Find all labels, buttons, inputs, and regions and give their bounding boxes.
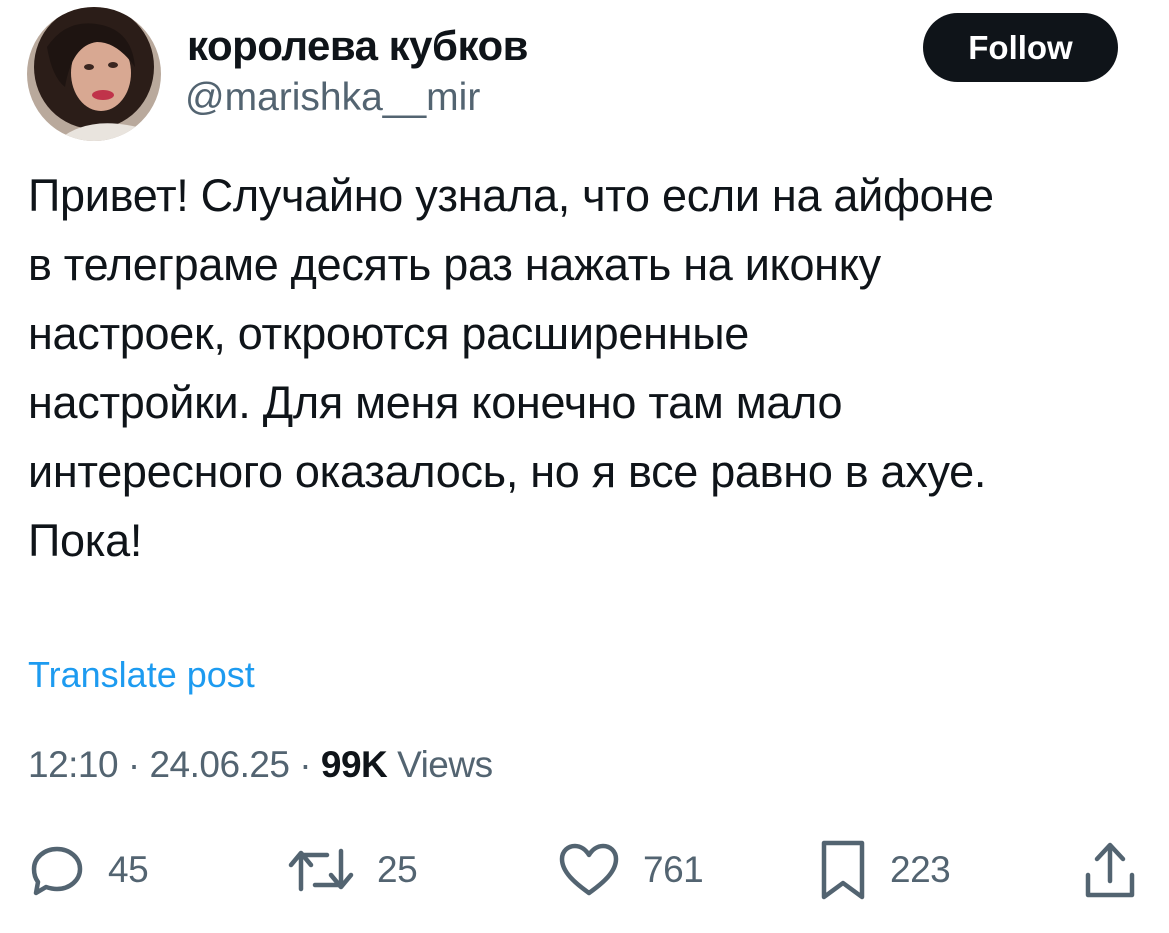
like-button[interactable]: 761 xyxy=(557,830,704,910)
avatar-photo xyxy=(27,7,161,141)
bookmark-count: 223 xyxy=(890,849,951,890)
views-label: Views xyxy=(387,744,493,785)
share-button[interactable] xyxy=(1083,830,1137,910)
author-handle[interactable]: @marishka__mir xyxy=(185,76,480,121)
bookmark-button[interactable]: 223 xyxy=(818,830,951,910)
post-date[interactable]: 24.06.25 xyxy=(149,744,290,785)
author-display-name[interactable]: королева кубков xyxy=(187,22,528,70)
post-text: Привет! Случайно узнала, что если на айф… xyxy=(28,161,1153,575)
repost-count: 25 xyxy=(377,849,418,890)
post-text-line: Привет! Случайно узнала, что если на айф… xyxy=(28,170,994,221)
reply-icon xyxy=(31,846,83,896)
repost-button[interactable]: 25 xyxy=(287,830,418,910)
avatar[interactable] xyxy=(27,7,161,141)
heart-icon xyxy=(559,843,619,896)
share-icon xyxy=(1085,842,1135,898)
post-text-line: настроек, откроются расширенные xyxy=(28,308,750,359)
meta-separator: · xyxy=(118,744,150,785)
repost-icon xyxy=(288,848,354,892)
follow-button[interactable]: Follow xyxy=(923,13,1118,82)
post-text-line: настройки. Для меня конечно там мало xyxy=(28,377,843,428)
post-time[interactable]: 12:10 xyxy=(28,744,119,785)
translate-post-link[interactable]: Translate post xyxy=(28,654,255,696)
post-text-line: интересного оказалось, но я все равно в … xyxy=(28,446,987,497)
post-text-line: в телеграме десять раз нажать на иконку xyxy=(28,239,881,290)
meta-separator: · xyxy=(289,744,321,785)
reply-count: 45 xyxy=(108,849,149,890)
views-count: 99K xyxy=(320,744,388,785)
bookmark-icon xyxy=(821,840,865,900)
like-count: 761 xyxy=(643,849,704,890)
post-text-line: Пока! xyxy=(28,515,143,566)
post-meta: 12:10 · 24.06.25 · 99K Views xyxy=(28,744,493,786)
action-bar: 45 25 761 223 xyxy=(0,830,1169,910)
post-card: королева кубков @marishka__mir Follow Пр… xyxy=(0,0,1169,933)
reply-button[interactable]: 45 xyxy=(28,830,149,910)
